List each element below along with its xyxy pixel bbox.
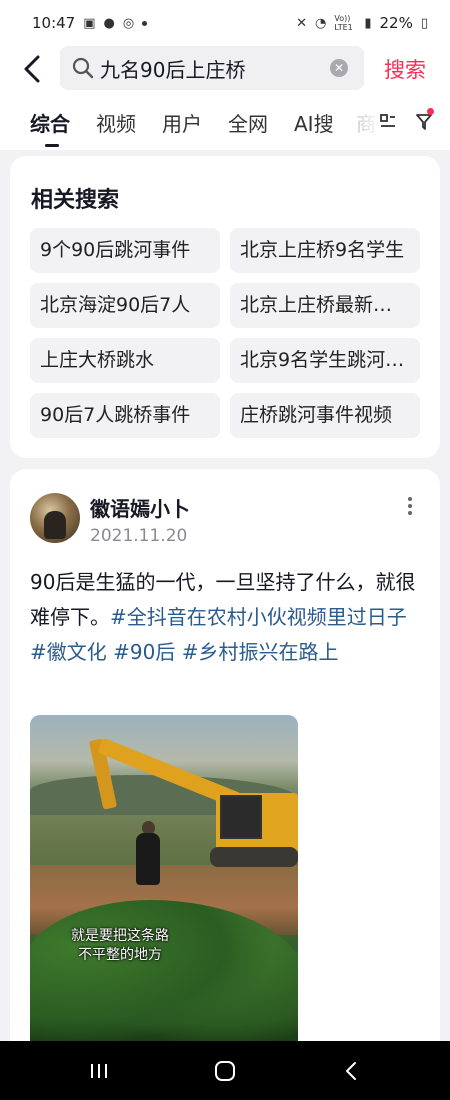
video-caption-line: 不平整的地方 xyxy=(78,947,162,963)
recent-apps-icon xyxy=(91,1063,107,1078)
sync-icon: ◎ xyxy=(122,15,135,31)
back-arrow-icon xyxy=(346,1061,356,1080)
avatar[interactable] xyxy=(30,493,80,543)
network-label: Vo)) LTE1 xyxy=(334,14,353,32)
battery-level: 22% xyxy=(379,14,413,32)
back-button[interactable] xyxy=(18,52,48,86)
tab-active-indicator xyxy=(45,144,59,147)
search-icon xyxy=(72,57,94,79)
tab-comprehensive[interactable]: 综合 xyxy=(30,108,70,137)
search-input[interactable] xyxy=(100,54,320,82)
search-header: ✕ 搜索 xyxy=(0,46,450,92)
related-search-chip[interactable]: 北京上庄桥最新消息 xyxy=(230,283,420,328)
status-bar: 10:47 ▣ ● ◎ ✕ ◔ Vo)) LTE1 ▮ 22% ▯ xyxy=(0,0,450,46)
recent-apps-button[interactable] xyxy=(59,1041,139,1100)
chevron-left-icon xyxy=(24,55,40,83)
excavator-cab xyxy=(220,795,262,839)
home-button[interactable] xyxy=(185,1041,265,1100)
hashtag-link[interactable]: #乡村振兴在路上 xyxy=(182,640,339,664)
related-search-chip[interactable]: 庄桥跳河事件视频 xyxy=(230,393,420,438)
wifi-icon: ◔ xyxy=(315,15,327,31)
video-caption-line: 就是要把这条路 xyxy=(71,928,169,944)
related-searches-title: 相关搜索 xyxy=(31,188,120,213)
back-nav-button[interactable] xyxy=(311,1041,391,1100)
video-thumbnail[interactable]: 就是要把这条路 不平整的地方 xyxy=(30,715,298,1045)
related-searches-card: 相关搜索 9个90后跳河事件 北京上庄桥9名学生 北京海淀90后7人 北京上庄桥… xyxy=(10,156,440,458)
signal-icon: ▮ xyxy=(364,15,372,31)
tab-ai-search[interactable]: AI搜 xyxy=(294,108,334,137)
hashtag-link[interactable]: #全抖音在农村小伙视频里过日子 xyxy=(110,605,407,629)
tab-all-web[interactable]: 全网 xyxy=(228,108,268,137)
status-left: 10:47 ▣ ● ◎ xyxy=(32,14,148,32)
related-search-chip[interactable]: 上庄大桥跳水 xyxy=(30,338,220,383)
search-button[interactable]: 搜索 xyxy=(384,54,426,84)
tab-video[interactable]: 视频 xyxy=(96,108,136,137)
tab-users[interactable]: 用户 xyxy=(162,108,202,137)
related-search-chip[interactable]: 9个90后跳河事件 xyxy=(30,228,220,273)
excavator-track xyxy=(210,847,298,867)
related-search-chip[interactable]: 北京上庄桥9名学生 xyxy=(230,228,420,273)
search-tabs: 综合 视频 用户 全网 AI搜 商 xyxy=(0,92,450,150)
post-card: 徽语嫣小卜 2021.11.20 90后是生猛的一代，一旦坚持了什么，就很难停下… xyxy=(10,469,440,1069)
post-text[interactable]: 90后是生猛的一代，一旦坚持了什么，就很难停下。#全抖音在农村小伙视频里过日子 … xyxy=(30,565,422,670)
video-caption: 就是要把这条路 不平整的地方 xyxy=(30,927,210,965)
battery-icon: ▯ xyxy=(420,15,428,31)
more-vertical-icon[interactable] xyxy=(406,497,414,517)
grid-icon[interactable] xyxy=(378,112,398,132)
filter-icon[interactable] xyxy=(414,112,434,132)
gallery-icon: ▣ xyxy=(83,15,96,31)
home-icon xyxy=(215,1060,235,1081)
status-time: 10:47 xyxy=(32,14,76,32)
notification-dot-icon xyxy=(142,20,148,26)
worker-figure xyxy=(136,833,160,885)
search-box[interactable]: ✕ xyxy=(60,46,364,90)
hashtag-link[interactable]: #徽文化 xyxy=(30,640,107,664)
mute-icon: ✕ xyxy=(296,15,307,31)
related-search-chip[interactable]: 90后7人跳桥事件 xyxy=(30,393,220,438)
system-nav-bar xyxy=(0,1041,450,1100)
post-author[interactable]: 徽语嫣小卜 xyxy=(90,493,190,522)
post-date: 2021.11.20 xyxy=(90,526,188,546)
account-icon: ● xyxy=(103,15,115,31)
related-search-chip[interactable]: 北京9名学生跳河事件 xyxy=(230,338,420,383)
hashtag-link[interactable]: #90后 xyxy=(113,640,175,664)
related-search-chip[interactable]: 北京海淀90后7人 xyxy=(30,283,220,328)
clear-icon[interactable]: ✕ xyxy=(330,59,348,77)
status-right: ✕ ◔ Vo)) LTE1 ▮ 22% ▯ xyxy=(296,14,428,32)
filter-badge-dot xyxy=(427,108,434,115)
